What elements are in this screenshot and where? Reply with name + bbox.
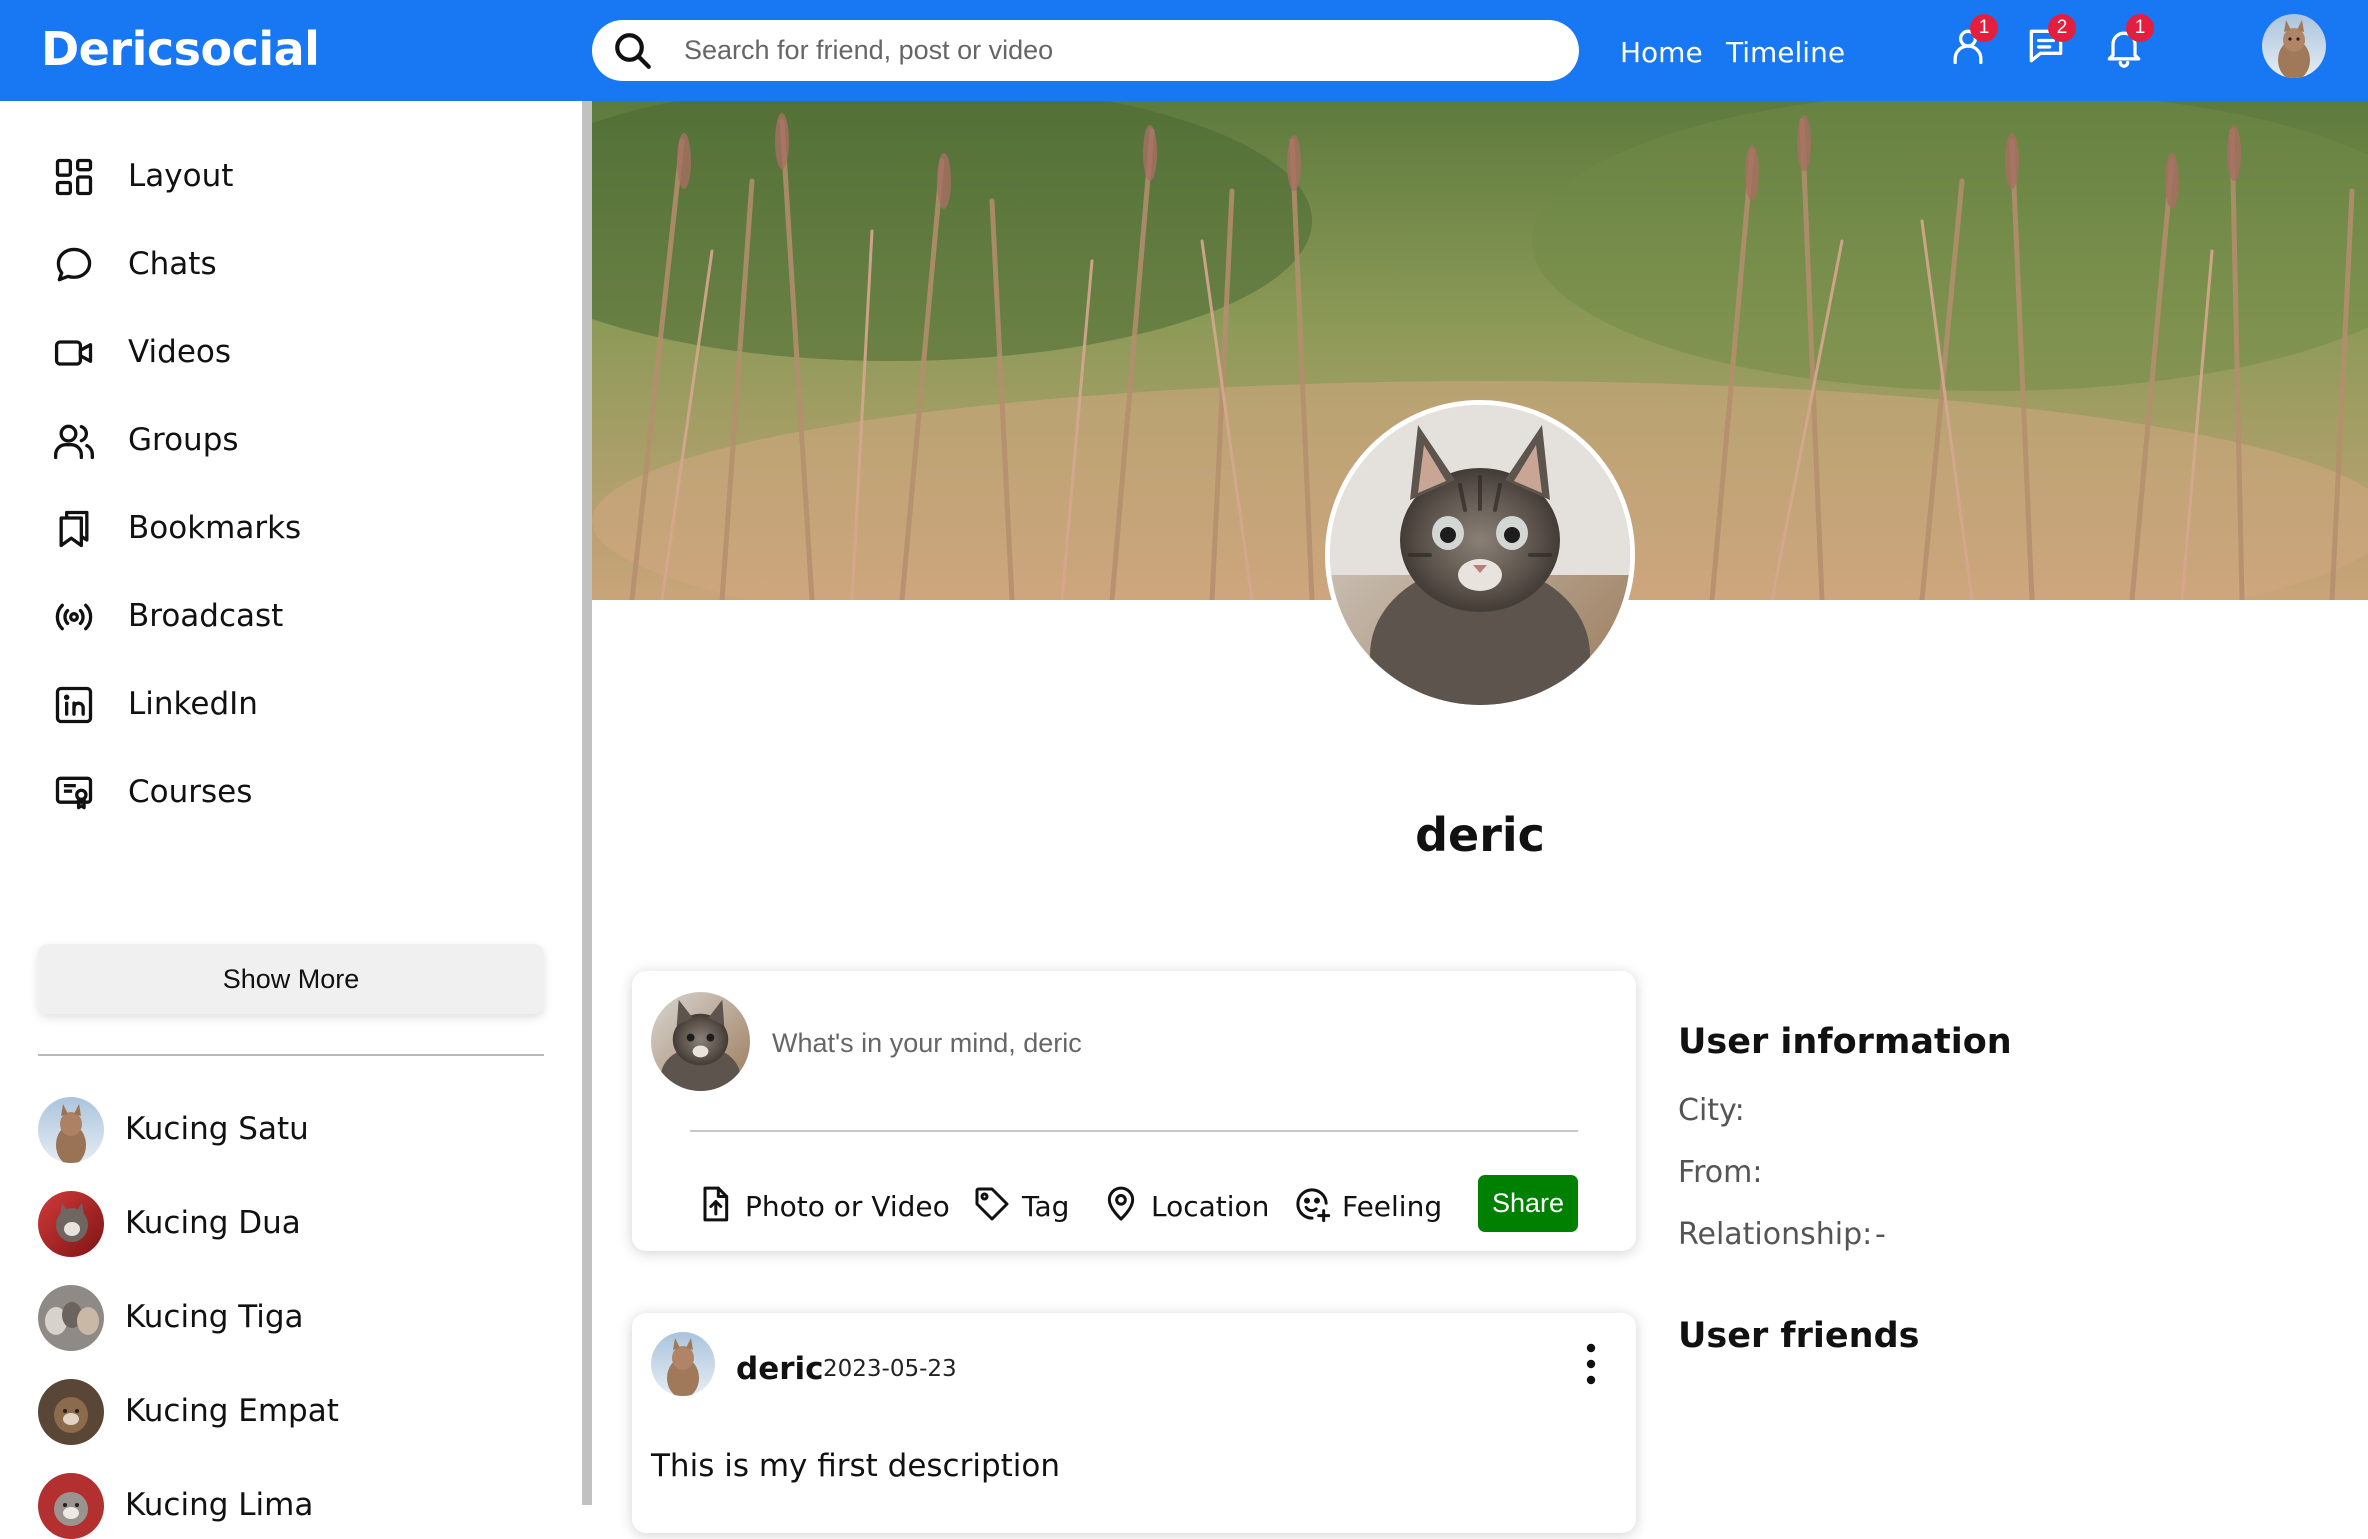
profile-picture[interactable] — [1325, 400, 1635, 710]
info-relationship-label: Relationship: — [1678, 1217, 1873, 1252]
sidebar-item-bookmarks[interactable]: Bookmarks — [52, 503, 532, 553]
info-city: City: — [1678, 1093, 1745, 1128]
friend-list-item[interactable]: Kucing Satu — [38, 1097, 518, 1163]
sidebar-item-label: Courses — [128, 774, 253, 810]
friend-requests-badge: 1 — [1970, 14, 1998, 42]
emoji-add-icon — [1296, 1188, 1331, 1223]
notifications-button[interactable]: 1 — [2100, 14, 2154, 72]
cat-photo — [2262, 14, 2326, 78]
avatar — [38, 1097, 104, 1163]
courses-icon — [55, 776, 93, 810]
friend-name: Kucing Satu — [125, 1111, 309, 1147]
friend-name: Kucing Empat — [125, 1393, 339, 1429]
post-options-button[interactable] — [1576, 1340, 1606, 1390]
search-input[interactable] — [684, 30, 1544, 70]
tag-icon — [975, 1187, 1009, 1221]
sidebar-item-label: LinkedIn — [128, 686, 258, 722]
avatar[interactable] — [651, 1332, 715, 1396]
friend-list-item[interactable]: Kucing Dua — [38, 1191, 518, 1257]
option-label: Feeling — [1342, 1190, 1443, 1223]
share-button[interactable]: Share — [1478, 1175, 1578, 1232]
avatar — [38, 1473, 104, 1539]
friend-requests-button[interactable]: 1 — [1944, 14, 1998, 72]
sidebar-item-broadcast[interactable]: Broadcast — [52, 591, 532, 641]
search-bar — [592, 20, 1579, 81]
cat-photo — [1330, 405, 1630, 705]
info-from-label: From: — [1678, 1155, 1763, 1190]
user-information-title: User information — [1678, 1022, 2012, 1062]
file-upload-icon — [703, 1186, 729, 1222]
nav-home-link[interactable]: Home — [1620, 36, 1703, 69]
sidebar-item-label: Layout — [128, 158, 234, 194]
post-username[interactable]: deric — [736, 1351, 824, 1387]
sidebar-item-layout[interactable]: Layout — [52, 151, 532, 201]
friend-list-item[interactable]: Kucing Empat — [38, 1379, 518, 1445]
option-label: Location — [1151, 1190, 1270, 1223]
video-icon — [54, 340, 93, 366]
top-bar: Dericsocial Home Timeline 1 2 1 — [0, 0, 2368, 101]
sidebar-item-label: Groups — [128, 422, 239, 458]
location-icon — [1107, 1186, 1135, 1221]
info-city-label: City: — [1678, 1093, 1745, 1128]
sidebar-item-courses[interactable]: Courses — [52, 767, 532, 817]
sidebar-item-groups[interactable]: Groups — [52, 415, 532, 465]
layout-icon — [55, 158, 93, 196]
messages-button[interactable]: 2 — [2022, 14, 2076, 72]
sidebar-item-label: Chats — [128, 246, 217, 282]
friend-name: Kucing Tiga — [125, 1299, 304, 1335]
friend-name: Kucing Lima — [125, 1487, 314, 1523]
show-more-button[interactable]: Show More — [38, 944, 544, 1014]
friend-list-item[interactable]: Kucing Lima — [38, 1473, 518, 1539]
sidebar-divider — [38, 1054, 544, 1056]
groups-icon — [54, 424, 94, 460]
option-label: Photo or Video — [745, 1190, 950, 1223]
sidebar-scrollbar[interactable] — [582, 101, 592, 1505]
notifications-badge: 1 — [2126, 14, 2154, 42]
friend-name: Kucing Dua — [125, 1205, 301, 1241]
post-date: 2023-05-23 — [823, 1356, 957, 1382]
user-friends-title: User friends — [1678, 1316, 1920, 1356]
messages-badge: 2 — [2048, 14, 2076, 42]
sidebar-item-linkedin[interactable]: LinkedIn — [52, 679, 532, 729]
linkedin-icon — [55, 686, 93, 724]
friend-list-item[interactable]: Kucing Tiga — [38, 1285, 518, 1351]
sidebar-item-videos[interactable]: Videos — [52, 327, 532, 377]
more-vertical-icon — [1586, 1343, 1596, 1385]
info-from: From: — [1678, 1155, 1762, 1190]
search-icon — [615, 33, 651, 69]
sidebar-item-label: Bookmarks — [128, 510, 302, 546]
sidebar-item-chats[interactable]: Chats — [52, 239, 532, 289]
bookmark-icon — [59, 510, 89, 548]
sidebar-item-label: Broadcast — [128, 598, 284, 634]
chat-icon — [56, 247, 92, 282]
share-post-card: Photo or Video Tag Location Feeling Shar… — [632, 971, 1636, 1251]
sidebar-item-label: Videos — [128, 334, 232, 370]
share-divider — [690, 1130, 1578, 1132]
info-relationship: Relationship: - — [1678, 1217, 1886, 1252]
info-relationship-value: - — [1875, 1217, 1886, 1252]
nav-timeline-link[interactable]: Timeline — [1726, 36, 1845, 69]
current-user-avatar[interactable] — [2262, 14, 2326, 78]
avatar — [38, 1285, 104, 1351]
app-logo[interactable]: Dericsocial — [41, 22, 320, 76]
post-card: deric 2023-05-23 This is my first descri… — [632, 1313, 1636, 1533]
profile-name: deric — [1415, 808, 1545, 862]
post-description: This is my first description — [651, 1448, 1061, 1484]
option-label: Tag — [1022, 1190, 1070, 1223]
left-sidebar: Layout Chats Videos Groups Bookmarks Bro… — [0, 101, 583, 1539]
avatar — [38, 1191, 104, 1257]
post-input[interactable] — [772, 1023, 1572, 1063]
broadcast-icon — [55, 603, 93, 631]
avatar — [651, 992, 750, 1091]
avatar — [38, 1379, 104, 1445]
